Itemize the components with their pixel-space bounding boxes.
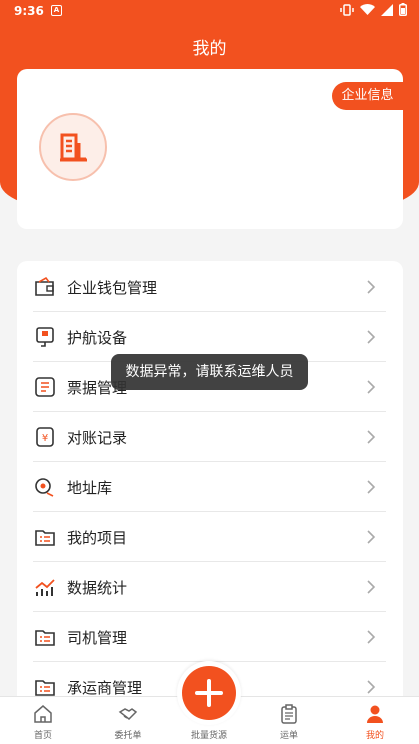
nav-home[interactable]: 首页 — [13, 697, 73, 744]
chevron-right-icon — [367, 580, 376, 594]
wifi-icon — [360, 3, 375, 15]
signal-icon — [381, 3, 393, 16]
nav-orders[interactable]: 委托单 — [98, 697, 158, 744]
menu-item-project[interactable]: 我的项目 — [33, 512, 386, 562]
handshake-icon — [118, 708, 138, 720]
menu-item-label: 我的项目 — [67, 529, 128, 547]
nav-label: 我的 — [365, 731, 384, 741]
menu-item-wallet[interactable]: 企业钱包管理 — [33, 262, 386, 312]
menu-item-label: 司机管理 — [67, 629, 128, 647]
reconciliation-icon: ¥ — [36, 427, 54, 447]
person-icon — [367, 705, 383, 723]
menu-item-label: 地址库 — [67, 479, 113, 497]
battery-icon — [399, 3, 407, 16]
menu-item-label: 企业钱包管理 — [67, 279, 158, 297]
company-info-button[interactable]: 企业信息 — [332, 82, 403, 110]
status-time: 9:36 — [14, 4, 44, 18]
project-icon — [35, 530, 55, 546]
chevron-right-icon — [367, 530, 376, 544]
receipt-icon — [35, 377, 55, 397]
clipboard-icon — [281, 704, 297, 724]
error-toast: 数据异常，请联系运维人员 — [111, 354, 308, 390]
nav-label: 批量货源 — [190, 731, 227, 741]
nav-label: 运单 — [279, 731, 298, 741]
plus-icon — [195, 679, 223, 707]
menu-item-label: 护航设备 — [67, 329, 128, 347]
profile-card: 企业信息 — [17, 69, 403, 229]
chevron-right-icon — [367, 630, 376, 644]
location-icon — [35, 478, 54, 497]
device-icon — [36, 327, 54, 347]
status-bar: 9:36 A — [0, 0, 419, 24]
vibrate-icon — [340, 3, 354, 16]
nav-label: 首页 — [33, 731, 52, 741]
svg-text:¥: ¥ — [42, 433, 48, 444]
nav-mine[interactable]: 我的 — [345, 697, 405, 744]
nav-waybill[interactable]: 运单 — [259, 697, 319, 744]
chevron-right-icon — [367, 280, 376, 294]
statistics-icon — [35, 579, 55, 596]
notification-icon: A — [51, 5, 62, 16]
menu-item-label: 对账记录 — [67, 429, 128, 447]
page-title: 我的 — [192, 39, 227, 59]
company-avatar — [39, 113, 107, 181]
chevron-right-icon — [367, 380, 376, 394]
nav-label: 委托单 — [114, 731, 142, 741]
driver-icon — [35, 630, 55, 646]
menu-card: 企业钱包管理 护航设备 票据管理 ¥ 对账记录 地址库 我的项目 数据统计 司机… — [17, 261, 403, 721]
home-icon — [34, 705, 52, 723]
building-icon — [60, 133, 87, 162]
wallet-icon — [35, 276, 54, 296]
menu-item-reconciliation[interactable]: ¥ 对账记录 — [33, 412, 386, 462]
chevron-right-icon — [367, 430, 376, 444]
menu-item-driver[interactable]: 司机管理 — [33, 612, 386, 662]
menu-item-label: 承运商管理 — [67, 679, 143, 697]
menu-item-address[interactable]: 地址库 — [33, 462, 386, 512]
chevron-right-icon — [367, 480, 376, 494]
menu-item-label: 数据统计 — [67, 579, 128, 597]
chevron-right-icon — [367, 680, 376, 694]
add-batch-source-button[interactable] — [182, 666, 236, 720]
status-indicators — [340, 3, 407, 16]
chevron-right-icon — [367, 330, 376, 344]
menu-item-statistics[interactable]: 数据统计 — [33, 562, 386, 612]
